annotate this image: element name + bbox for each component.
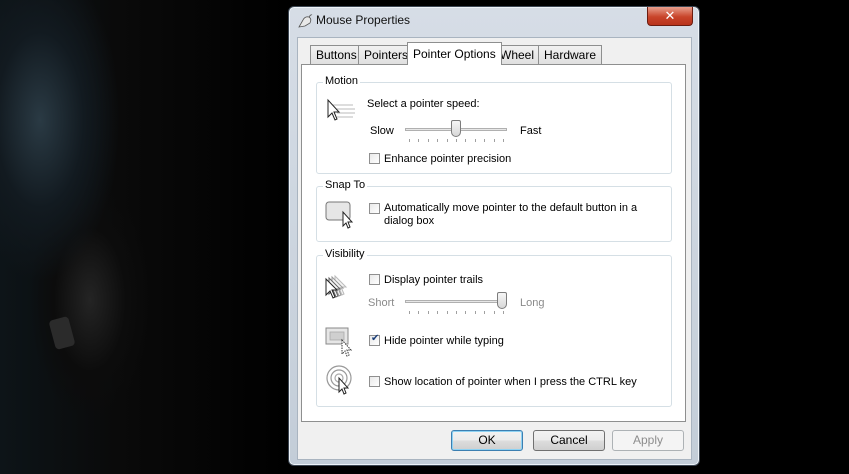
slider-tick bbox=[418, 311, 419, 314]
close-button[interactable]: ✕ bbox=[647, 7, 693, 26]
ok-button[interactable]: OK bbox=[451, 430, 523, 451]
trail-long-label: Long bbox=[520, 297, 545, 309]
snap-to-group-label: Snap To bbox=[323, 179, 368, 191]
visibility-group: Visibility Display pointer trails Short … bbox=[316, 248, 672, 407]
slider-tick bbox=[494, 311, 495, 314]
hide-pointer-icon bbox=[325, 327, 353, 357]
snap-to-checkbox[interactable] bbox=[369, 203, 380, 214]
tab-label: Hardware bbox=[544, 48, 597, 62]
slider-tick bbox=[465, 311, 466, 314]
hide-pointer-checkbox[interactable] bbox=[369, 333, 380, 346]
slider-tick bbox=[409, 139, 410, 142]
tab-pointers[interactable]: Pointers bbox=[358, 45, 415, 64]
title-bar[interactable]: Mouse Properties ✕ bbox=[289, 7, 699, 35]
trail-length-track bbox=[405, 300, 507, 303]
motion-group: Motion Select a pointer speed: Slow Fast… bbox=[316, 75, 672, 174]
hide-pointer-label[interactable]: Hide pointer while typing bbox=[384, 335, 504, 347]
slider-tick bbox=[456, 311, 457, 314]
mouse-properties-dialog: Mouse Properties ✕ Buttons Pointers Poin… bbox=[288, 6, 700, 466]
pointer-location-label[interactable]: Show location of pointer when I press th… bbox=[384, 376, 637, 388]
motion-group-label: Motion bbox=[323, 75, 361, 87]
snap-to-label-line2[interactable]: dialog box bbox=[384, 215, 434, 227]
dialog-client-area: Buttons Pointers Pointer Options Wheel H… bbox=[297, 37, 692, 460]
tab-label: Pointer Options bbox=[413, 47, 496, 61]
trail-length-slider[interactable] bbox=[497, 292, 507, 309]
slider-tick bbox=[484, 311, 485, 314]
slider-tick bbox=[475, 139, 476, 142]
snap-to-icon bbox=[325, 201, 354, 229]
slider-tick bbox=[503, 139, 504, 142]
close-icon: ✕ bbox=[664, 8, 676, 23]
tab-pointer-options[interactable]: Pointer Options bbox=[407, 42, 502, 65]
slider-tick bbox=[447, 139, 448, 142]
tab-label: Buttons bbox=[316, 48, 357, 62]
slow-label: Slow bbox=[370, 125, 394, 137]
snap-to-group: Snap To Automatically move pointer to th… bbox=[316, 179, 672, 242]
pointer-trails-checkbox[interactable] bbox=[369, 274, 380, 285]
visibility-group-label: Visibility bbox=[323, 248, 367, 260]
pointer-trails-label[interactable]: Display pointer trails bbox=[384, 274, 483, 286]
mouse-icon bbox=[298, 14, 313, 28]
pointer-speed-label: Select a pointer speed: bbox=[367, 98, 480, 110]
slider-tick bbox=[437, 139, 438, 142]
trail-length-ticks bbox=[409, 311, 504, 315]
tab-hardware[interactable]: Hardware bbox=[538, 45, 603, 64]
slider-tick bbox=[428, 311, 429, 314]
trail-short-label: Short bbox=[368, 297, 395, 309]
tab-label: Wheel bbox=[500, 48, 535, 62]
fast-label: Fast bbox=[520, 125, 542, 137]
pointer-speed-slider[interactable] bbox=[451, 120, 461, 137]
slider-tick bbox=[484, 139, 485, 142]
snap-to-label-line1[interactable]: Automatically move pointer to the defaul… bbox=[384, 202, 637, 214]
pointer-location-checkbox[interactable] bbox=[369, 376, 380, 387]
slider-tick bbox=[494, 139, 495, 142]
enhance-precision-label[interactable]: Enhance pointer precision bbox=[384, 153, 511, 165]
slider-tick bbox=[503, 311, 504, 314]
pointer-trails-icon bbox=[325, 274, 348, 299]
slider-tick bbox=[447, 311, 448, 314]
slider-tick bbox=[437, 311, 438, 314]
slider-tick bbox=[428, 139, 429, 142]
cancel-button[interactable]: Cancel bbox=[533, 430, 605, 451]
window-title: Mouse Properties bbox=[316, 13, 411, 27]
slider-tick bbox=[475, 311, 476, 314]
tab-buttons[interactable]: Buttons bbox=[310, 45, 363, 64]
slider-tick bbox=[409, 311, 410, 314]
slider-tick bbox=[418, 139, 419, 142]
slider-tick bbox=[465, 139, 466, 142]
tab-label: Pointers bbox=[364, 48, 409, 62]
pointer-location-icon bbox=[326, 365, 352, 395]
tab-panel-pointer-options: Motion Select a pointer speed: Slow Fast… bbox=[301, 64, 686, 422]
pointer-speed-ticks bbox=[409, 139, 504, 143]
desktop-background bbox=[0, 0, 290, 474]
apply-button[interactable]: Apply bbox=[612, 430, 684, 451]
enhance-precision-checkbox[interactable] bbox=[369, 153, 380, 164]
slider-tick bbox=[456, 139, 457, 142]
pointer-speed-icon bbox=[327, 98, 355, 121]
